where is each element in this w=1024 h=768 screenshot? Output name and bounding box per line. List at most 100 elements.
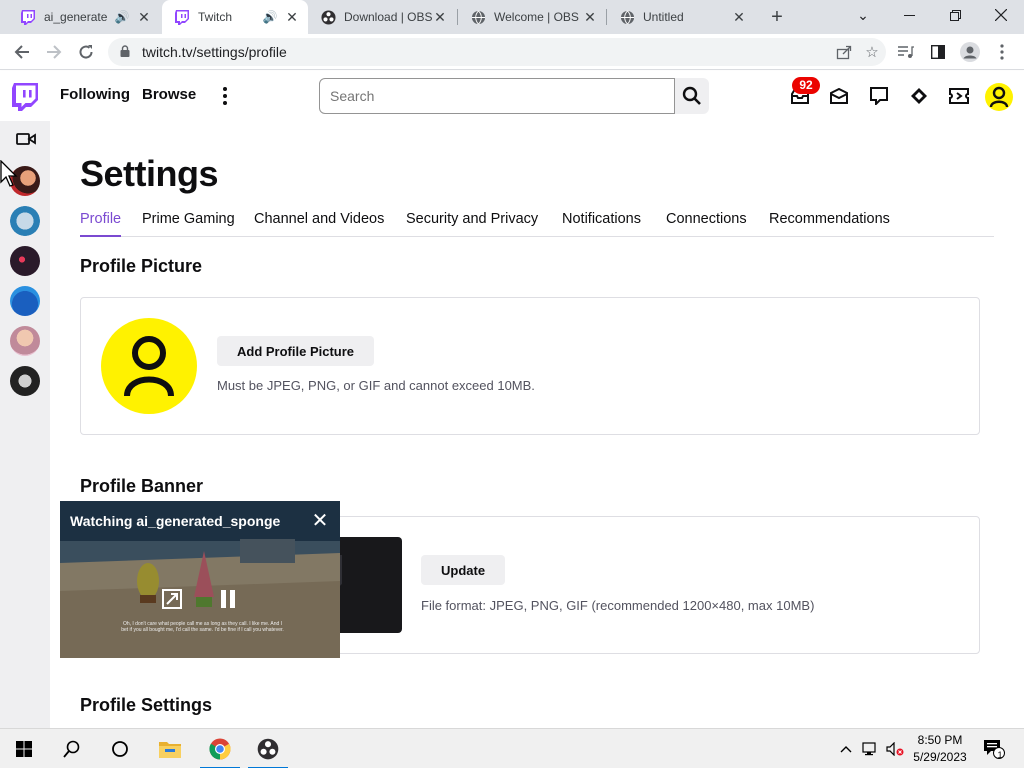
tab-security-and-privacy[interactable]: Security and Privacy — [406, 211, 538, 237]
system-clock[interactable]: 8:50 PM 5/29/2023 — [908, 732, 972, 766]
more-options-icon[interactable] — [216, 83, 234, 109]
profile-picture-hint: Must be JPEG, PNG, or GIF and cannot exc… — [217, 378, 535, 393]
twitch-top-nav: Following Browse 92 — [0, 71, 1024, 121]
reload-icon[interactable] — [72, 38, 100, 66]
close-tab-icon[interactable]: ✕ — [731, 9, 747, 25]
file-explorer-icon[interactable] — [146, 729, 194, 768]
restore-icon[interactable] — [932, 0, 978, 30]
tab-search-icon[interactable]: ⌄ — [840, 0, 886, 30]
settings-tab-bar: Profile Prime Gaming Channel and Videos … — [80, 211, 994, 237]
mouse-cursor-icon — [0, 160, 18, 187]
chat-bubble-icon[interactable] — [867, 84, 891, 108]
tab-recommendations[interactable]: Recommendations — [769, 211, 890, 237]
video-caption: Oh, I don't care what people call me as … — [121, 621, 284, 633]
crown-gem-icon[interactable] — [907, 84, 931, 108]
search-input[interactable] — [319, 78, 675, 114]
tab-channel-and-videos[interactable]: Channel and Videos — [254, 211, 384, 237]
notification-badge: 92 — [792, 77, 820, 94]
chrome-taskbar-icon[interactable] — [196, 729, 244, 768]
update-banner-button[interactable]: Update — [421, 555, 506, 585]
tab-title: Twitch — [198, 10, 233, 24]
user-avatar[interactable] — [985, 83, 1013, 111]
windows-taskbar: 8:50 PM 5/29/2023 1 — [0, 728, 1024, 768]
volume-muted-icon[interactable] — [884, 729, 906, 768]
clock-date: 5/29/2023 — [913, 750, 967, 764]
task-view-icon[interactable] — [96, 729, 144, 768]
browser-tab[interactable]: Download | OBS ✕ — [308, 0, 456, 34]
media-control-icon[interactable] — [892, 38, 920, 66]
mini-video-player[interactable]: Watching ai_generated_sponge ✕ Oh, I don… — [60, 501, 340, 658]
user-icon — [124, 336, 174, 397]
address-bar[interactable]: twitch.tv/settings/profile ☆ — [108, 38, 886, 66]
back-icon[interactable] — [8, 38, 36, 66]
twitch-logo-icon[interactable] — [12, 83, 38, 111]
followed-channels-sidebar — [0, 121, 50, 728]
windows-start-icon[interactable] — [0, 729, 48, 768]
channel-avatar[interactable] — [10, 206, 40, 236]
bookmark-star-icon[interactable]: ☆ — [858, 38, 886, 66]
show-hidden-icons-chevron[interactable] — [836, 729, 856, 768]
search-button[interactable] — [675, 78, 709, 114]
whispers-mail-icon[interactable] — [827, 84, 851, 108]
browser-tab[interactable]: Welcome | OBS ✕ — [458, 0, 606, 34]
browser-tab-active[interactable]: Twitch 🔊 ✕ — [162, 0, 308, 34]
chrome-menu-icon[interactable] — [988, 38, 1016, 66]
forward-icon[interactable] — [40, 38, 68, 66]
expand-player-icon[interactable] — [161, 588, 183, 610]
tab-title: Download | OBS — [344, 10, 432, 24]
obs-taskbar-icon[interactable] — [244, 729, 292, 768]
close-tab-icon[interactable]: ✕ — [582, 9, 598, 25]
profile-icon[interactable] — [956, 38, 984, 66]
browser-tab[interactable]: Untitled ✕ — [607, 0, 755, 34]
channel-avatar[interactable] — [10, 286, 40, 316]
tab-notifications[interactable]: Notifications — [562, 211, 641, 237]
profile-picture-heading: Profile Picture — [80, 256, 203, 276]
channel-avatar[interactable] — [10, 246, 40, 276]
speaker-icon[interactable]: 🔊 — [262, 10, 278, 24]
mini-player-title: Watching ai_generated_sponge — [70, 513, 281, 529]
network-icon[interactable] — [860, 729, 882, 768]
tab-profile[interactable]: Profile — [80, 211, 122, 237]
profile-banner-hint: File format: JPEG, PNG, GIF (recommended… — [421, 598, 815, 613]
add-profile-picture-button[interactable]: Add Profile Picture — [217, 336, 375, 366]
video-camera-icon[interactable] — [16, 131, 36, 147]
nav-following-link[interactable]: Following — [60, 86, 130, 103]
url-text[interactable]: twitch.tv/settings/profile — [142, 44, 830, 60]
clock-time: 8:50 PM — [917, 733, 963, 747]
browser-tab-strip: ai_generate 🔊 ✕ Twitch 🔊 ✕ Download | OB… — [0, 0, 1024, 34]
globe-icon — [470, 9, 486, 25]
new-tab-icon[interactable]: + — [766, 6, 788, 28]
side-panel-icon[interactable] — [924, 38, 952, 66]
close-tab-icon[interactable]: ✕ — [284, 9, 300, 25]
twitch-icon — [174, 9, 190, 25]
profile-settings-heading: Profile Settings — [80, 695, 213, 715]
minimize-icon[interactable] — [886, 0, 932, 30]
tab-connections[interactable]: Connections — [666, 211, 747, 237]
browser-toolbar: twitch.tv/settings/profile ☆ — [0, 34, 1024, 70]
twitch-icon — [20, 9, 36, 25]
close-tab-icon[interactable]: ✕ — [136, 9, 152, 25]
globe-icon — [619, 9, 635, 25]
channel-avatar[interactable] — [10, 366, 40, 396]
search-icon[interactable] — [48, 729, 96, 768]
share-icon[interactable] — [830, 38, 858, 66]
profile-picture-avatar — [101, 318, 197, 414]
notification-count: 1 — [997, 750, 1003, 760]
profile-banner-heading: Profile Banner — [80, 476, 204, 496]
channel-avatar[interactable] — [10, 326, 40, 356]
browser-tab[interactable]: ai_generate 🔊 ✕ — [8, 0, 160, 34]
nav-browse-link[interactable]: Browse — [142, 86, 196, 103]
tab-title: Welcome | OBS — [494, 10, 579, 24]
page-title: Settings — [80, 153, 219, 194]
action-center-icon[interactable]: 1 — [978, 729, 1010, 768]
search-icon — [682, 86, 701, 105]
speaker-icon[interactable]: 🔊 — [114, 10, 130, 24]
pause-icon[interactable] — [217, 588, 239, 610]
close-window-icon[interactable] — [978, 0, 1024, 30]
bits-ticket-icon[interactable] — [947, 84, 971, 108]
close-tab-icon[interactable]: ✕ — [432, 9, 448, 25]
profile-picture-card: Add Profile Picture Must be JPEG, PNG, o… — [80, 297, 980, 435]
tab-prime-gaming[interactable]: Prime Gaming — [142, 211, 235, 237]
close-icon[interactable]: ✕ — [310, 511, 330, 531]
lock-icon[interactable] — [120, 44, 132, 60]
